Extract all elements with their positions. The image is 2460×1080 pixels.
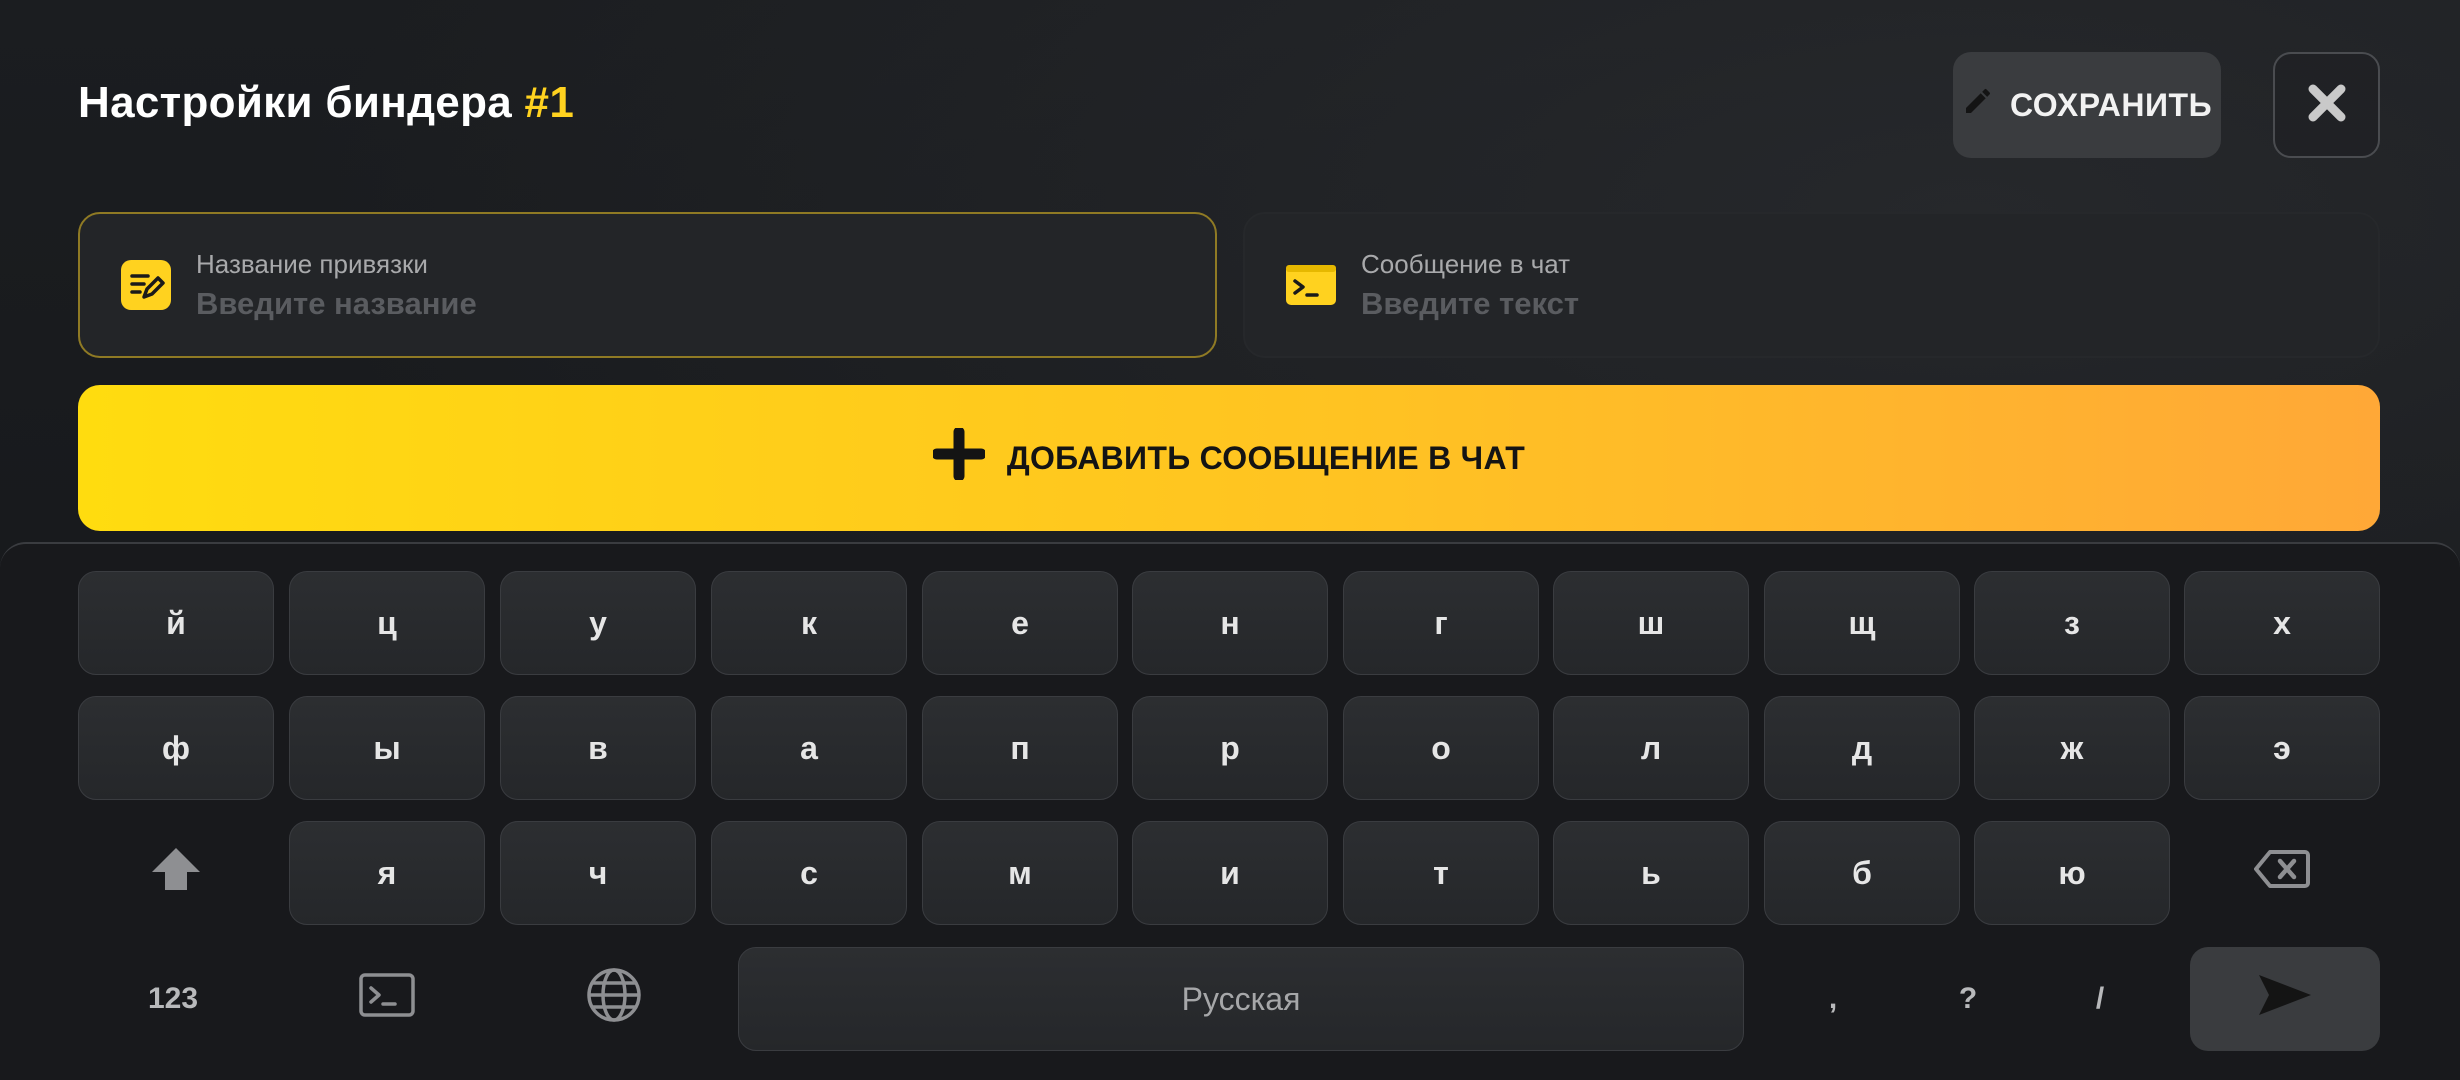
key[interactable]: г [1343,571,1539,675]
slash-key[interactable]: / [2050,947,2150,1051]
numbers-key[interactable]: 123 [78,947,268,1051]
backspace-key[interactable] [2184,821,2380,925]
add-chat-message-button[interactable]: ДОБАВИТЬ СООБЩЕНИЕ В ЧАТ [78,385,2380,531]
send-arrow-icon [2257,973,2313,1025]
key[interactable]: з [1974,571,2170,675]
comma-key[interactable]: , [1783,947,1883,1051]
on-screen-keyboard: й ц у к е н г ш щ з х ф ы в а п р о л д … [0,542,2460,1080]
key[interactable]: э [2184,696,2380,800]
edit-note-icon [120,259,172,311]
backspace-icon [2254,849,2310,897]
key[interactable]: м [922,821,1118,925]
chat-message-input[interactable] [1361,285,2061,322]
key[interactable]: ч [500,821,696,925]
key[interactable]: т [1343,821,1539,925]
globe-icon [586,967,642,1031]
question-key[interactable]: ? [1918,947,2018,1051]
terminal-icon [1285,259,1337,311]
key[interactable]: ф [78,696,274,800]
terminal-icon [359,973,415,1025]
key[interactable]: ж [1974,696,2170,800]
key[interactable]: ю [1974,821,2170,925]
key[interactable]: р [1132,696,1328,800]
background-ghost-content [540,70,1540,190]
binder-settings-screen: Настройки биндера #1 СОХРАНИТЬ Название … [0,0,2460,1080]
chat-message-field[interactable]: Сообщение в чат [1243,212,2380,358]
add-chat-message-label: ДОБАВИТЬ СООБЩЕНИЕ В ЧАТ [1006,439,1526,476]
key[interactable]: ы [289,696,485,800]
shift-key[interactable] [78,821,274,925]
save-button-label: СОХРАНИТЬ [2009,86,2213,123]
page-title: Настройки биндера #1 [78,78,574,128]
key[interactable]: к [711,571,907,675]
key[interactable]: ь [1553,821,1749,925]
key[interactable]: б [1764,821,1960,925]
pencil-icon [1962,85,1994,125]
key[interactable]: ш [1553,571,1749,675]
binding-name-field[interactable]: Название привязки [78,212,1217,358]
binding-name-label: Название привязки [196,248,428,279]
key[interactable]: в [500,696,696,800]
binding-name-input[interactable] [196,285,896,322]
key[interactable]: й [78,571,274,675]
key[interactable]: н [1132,571,1328,675]
key[interactable]: п [922,696,1118,800]
key[interactable]: ц [289,571,485,675]
close-icon [2305,81,2349,130]
close-button[interactable] [2273,52,2380,158]
chat-message-label: Сообщение в чат [1361,248,1571,279]
key[interactable]: и [1132,821,1328,925]
key[interactable]: о [1343,696,1539,800]
key[interactable]: л [1553,696,1749,800]
save-button[interactable]: СОХРАНИТЬ [1953,52,2221,158]
binder-number: #1 [524,78,575,127]
language-key[interactable] [516,947,712,1051]
shift-arrow-icon [150,846,202,900]
space-key[interactable]: Русская [738,947,1744,1051]
terminal-key[interactable] [289,947,485,1051]
key[interactable]: е [922,571,1118,675]
key[interactable]: щ [1764,571,1960,675]
key[interactable]: у [500,571,696,675]
key[interactable]: а [711,696,907,800]
key[interactable]: д [1764,696,1960,800]
page-title-text: Настройки биндера [78,78,513,127]
plus-icon [931,426,987,488]
key[interactable]: х [2184,571,2380,675]
key[interactable]: я [289,821,485,925]
key[interactable]: с [711,821,907,925]
send-button[interactable] [2190,947,2380,1051]
